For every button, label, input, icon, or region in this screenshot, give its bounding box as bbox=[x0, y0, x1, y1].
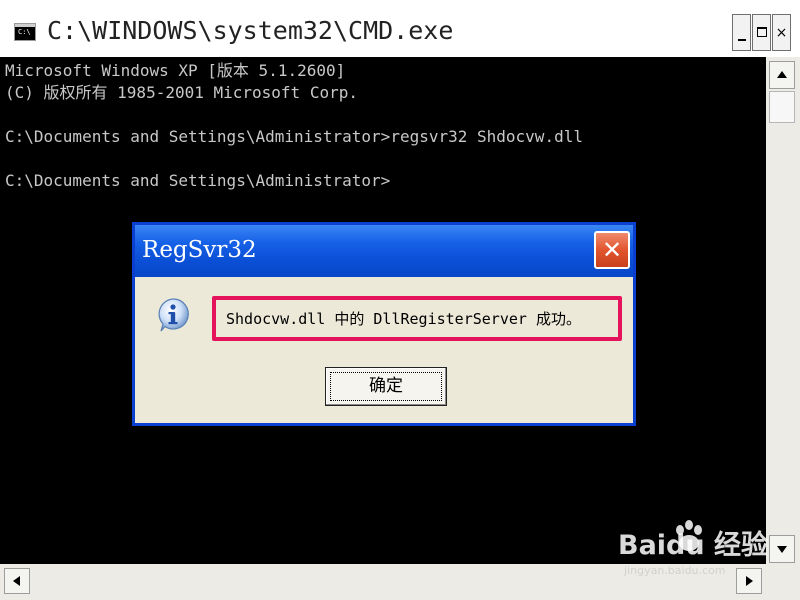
vertical-scrollbar[interactable] bbox=[766, 57, 800, 564]
watermark-url: jingyan.baidu.com bbox=[624, 564, 726, 577]
ok-button[interactable]: 确定 bbox=[325, 367, 447, 406]
regsvr32-dialog: RegSvr32 ✕ Shdocvw.dll 中的 DllRegisterSer… bbox=[132, 222, 636, 426]
cmd-icon-glyph: C:\ bbox=[18, 28, 31, 36]
vertical-scroll-thumb[interactable] bbox=[769, 91, 795, 123]
maximize-button[interactable] bbox=[752, 14, 771, 51]
console-line-prompt: C:\Documents and Settings\Administrator> bbox=[5, 171, 391, 190]
cmd-app-icon[interactable]: C:\ bbox=[14, 23, 36, 41]
information-icon bbox=[158, 298, 189, 332]
cmd-window-title: C:\WINDOWS\system32\CMD.exe bbox=[47, 16, 454, 45]
ok-button-label: 确定 bbox=[369, 376, 403, 396]
cmd-icon-bar bbox=[15, 24, 35, 27]
watermark-text: Baidu 经验 bbox=[618, 530, 769, 561]
maximize-icon bbox=[757, 27, 767, 37]
message-highlight: Shdocvw.dll 中的 DllRegisterServer 成功。 bbox=[212, 296, 622, 341]
dialog-title: RegSvr32 bbox=[142, 237, 257, 263]
console-line-copyright: (C) 版权所有 1985-2001 Microsoft Corp. bbox=[5, 83, 358, 102]
dialog-close-button[interactable]: ✕ bbox=[594, 231, 630, 269]
scroll-left-button[interactable] bbox=[4, 568, 30, 594]
triangle-left-icon bbox=[13, 576, 20, 586]
close-icon: × bbox=[775, 25, 788, 41]
close-button[interactable]: × bbox=[772, 14, 791, 51]
minimize-icon bbox=[738, 39, 746, 41]
screenshot-stage: C:\ C:\WINDOWS\system32\CMD.exe × Micros… bbox=[0, 0, 800, 600]
dialog-message: Shdocvw.dll 中的 DllRegisterServer 成功。 bbox=[226, 310, 581, 328]
minimize-button[interactable] bbox=[732, 14, 751, 51]
baidu-watermark: Baidu 经验 jingyan.baidu.com bbox=[612, 516, 790, 582]
console-line-version: Microsoft Windows XP [版本 5.1.2600] bbox=[5, 61, 346, 80]
dialog-close-icon: ✕ bbox=[601, 236, 623, 264]
scroll-up-button[interactable] bbox=[769, 61, 795, 89]
triangle-up-icon bbox=[777, 71, 787, 78]
dialog-title-bar[interactable]: RegSvr32 ✕ bbox=[135, 225, 633, 277]
console-line-command: C:\Documents and Settings\Administrator>… bbox=[5, 127, 583, 146]
cmd-title-bar[interactable]: C:\ C:\WINDOWS\system32\CMD.exe × bbox=[0, 0, 800, 57]
